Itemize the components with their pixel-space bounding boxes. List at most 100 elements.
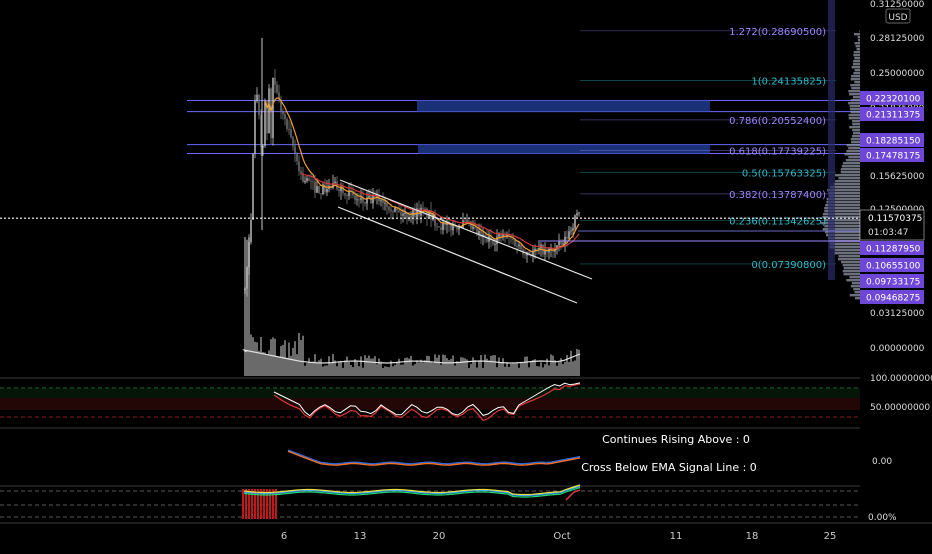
volume-profile-bar	[856, 45, 860, 47]
volume-bar	[282, 345, 284, 376]
fib-level-label: 0.382(0.13787400)	[729, 190, 826, 201]
zone-box	[418, 145, 710, 154]
volume-profile-bar	[848, 147, 860, 149]
candle-body	[358, 199, 359, 200]
volume-bar	[530, 362, 532, 376]
volume-bar	[462, 358, 464, 376]
zone-price-label: 0.21311375	[866, 111, 920, 121]
volume-bar	[376, 364, 378, 376]
volume-bar	[328, 356, 330, 376]
volume-profile-bar	[846, 159, 860, 161]
candle-body	[354, 195, 355, 199]
candle-body	[576, 213, 577, 215]
volume-profile-bar	[843, 264, 860, 266]
volume-profile-bar	[849, 117, 860, 119]
time-tick-label: 11	[670, 531, 683, 542]
candle-body	[464, 220, 465, 221]
volume-profile-bar	[834, 249, 860, 251]
volume-bar	[292, 348, 294, 376]
volume-bar	[262, 352, 264, 376]
volume-bar	[518, 368, 520, 376]
volume-bar	[434, 354, 436, 376]
volume-bar	[324, 366, 326, 376]
candle-body	[418, 208, 419, 215]
volume-bar	[250, 334, 252, 376]
candle-body	[520, 245, 521, 249]
volume-bar	[558, 362, 560, 376]
volume-profile-bar	[821, 222, 860, 224]
volume-bar	[536, 366, 538, 376]
candle-body	[316, 186, 317, 193]
volume-profile-bar	[853, 132, 860, 134]
candle-body	[244, 289, 245, 290]
volume-bar	[554, 360, 556, 376]
volume-bar	[380, 361, 382, 376]
candle-body	[462, 220, 463, 228]
volume-bar	[488, 360, 490, 376]
time-tick-label: Oct	[553, 531, 570, 542]
volume-bar	[268, 350, 270, 376]
volume-bar	[484, 355, 486, 376]
volume-bar	[338, 361, 340, 376]
volume-profile-bar	[853, 96, 860, 98]
time-axis[interactable]: 61320Oct111825	[281, 531, 837, 542]
volume-bar	[310, 362, 312, 376]
volume-bar	[398, 359, 400, 376]
candle-body	[246, 267, 247, 288]
volume-profile-bar	[853, 72, 860, 74]
volume-profile-bar	[850, 105, 860, 107]
volume-bar	[468, 368, 470, 376]
volume-profile-bar	[838, 177, 860, 179]
volume-profile-bar	[844, 273, 860, 275]
candle-body	[296, 154, 297, 161]
volume-bar	[394, 365, 396, 376]
fib-level-label: 1(0.24135825)	[751, 77, 826, 88]
candle-body	[388, 207, 389, 210]
time-tick-label: 25	[824, 531, 837, 542]
volume-bar	[276, 356, 278, 376]
volume-bar	[298, 333, 300, 376]
volume-bar	[274, 339, 276, 376]
candle-body	[574, 215, 575, 228]
volume-bar	[460, 357, 462, 376]
volume-bar	[492, 355, 494, 376]
time-tick-label: 18	[746, 531, 759, 542]
volume-profile-bar	[854, 81, 860, 83]
zone-price-label: 0.18285150	[866, 137, 921, 147]
volume-bar	[356, 362, 358, 376]
candle-body	[568, 231, 569, 238]
time-tick-label: 6	[281, 531, 287, 542]
volume-bar	[404, 358, 406, 376]
volume-bar	[570, 351, 572, 376]
candle-body	[310, 181, 311, 182]
volume-bar	[362, 368, 364, 376]
candle-body	[262, 146, 263, 147]
volume-profile-bar	[841, 261, 860, 263]
currency-label: USD	[888, 13, 907, 23]
trading-chart[interactable]: 1.272(0.28690500)1(0.24135825)0.786(0.20…	[0, 0, 932, 550]
candle-body	[410, 217, 411, 218]
cross-below-text: Cross Below EMA Signal Line : 0	[581, 461, 757, 474]
candle-body	[468, 221, 469, 222]
volume-bar	[400, 365, 402, 376]
price-tick-label: 0.28125000	[870, 34, 925, 44]
volume-bar	[344, 360, 346, 376]
volume-bar	[414, 364, 416, 376]
volume-profile-bar	[844, 153, 860, 155]
candle-body	[314, 182, 315, 193]
candle-body	[254, 101, 255, 154]
candle-body	[478, 231, 479, 234]
candle-body	[264, 101, 265, 146]
volume-bar	[572, 361, 574, 376]
volume-bar	[464, 358, 466, 376]
candle-body	[466, 221, 467, 222]
candle-body	[326, 189, 327, 192]
volume-bar	[322, 367, 324, 376]
candle-body	[260, 115, 261, 147]
volume-bar	[550, 354, 552, 376]
candle-body	[346, 195, 347, 196]
volume-bar	[392, 366, 394, 376]
fib-level-label: 0.618(0.17739225)	[729, 147, 826, 158]
volume-bar	[432, 363, 434, 376]
volume-profile-bar	[852, 129, 860, 131]
